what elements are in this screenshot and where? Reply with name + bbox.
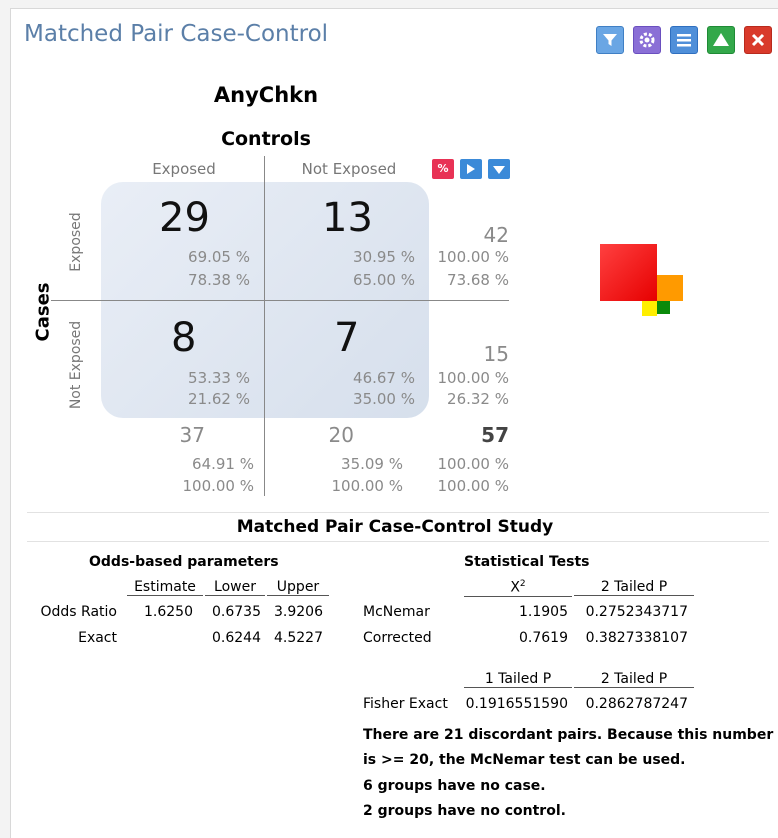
cell-col-pct: 78.38 % — [188, 271, 250, 289]
stats-chi-square: 0.7619 — [519, 630, 568, 646]
close-icon[interactable] — [744, 26, 772, 54]
section-divider — [27, 512, 769, 513]
controls-axis-label: Controls — [221, 128, 311, 150]
cell-row-pct: 69.05 % — [188, 248, 250, 266]
mosaic-cell-exposed-not-exposed — [657, 275, 683, 301]
grand-total-col-pct: 100.00 % — [437, 477, 509, 495]
mosaic-cell-exposed-exposed — [600, 244, 657, 301]
flip-table-button[interactable] — [460, 159, 482, 179]
stats-heading: Statistical Tests — [464, 554, 590, 570]
fisher-col-1-tailed-p: 1 Tailed P — [464, 671, 572, 688]
col-total-col-pct: 100.00 % — [331, 477, 403, 495]
stats-chi-square: 1.1905 — [519, 604, 568, 620]
odds-estimate: 1.6250 — [144, 604, 193, 620]
cell-row-pct: 30.95 % — [353, 248, 415, 266]
fisher-2-tailed-p: 0.2862787247 — [585, 696, 688, 712]
col-total-row-pct: 64.91 % — [192, 455, 254, 473]
cases-axis-label: Cases — [32, 282, 54, 342]
odds-row-label: Exact — [78, 630, 117, 646]
filter-icon[interactable] — [596, 26, 624, 54]
percent-toggle-button[interactable]: % — [432, 159, 454, 179]
cell-col-pct: 21.62 % — [188, 390, 250, 408]
row-total-count: 15 — [483, 342, 509, 366]
odds-lower: 0.6735 — [212, 604, 261, 620]
grid-vertical-line — [264, 156, 265, 496]
row-total-col-pct: 26.32 % — [447, 390, 509, 408]
stats-row-label: Corrected — [363, 630, 432, 646]
chi-label: X — [510, 579, 520, 596]
stats-2-tailed-p: 0.3827338107 — [585, 630, 688, 646]
col-header-exposed: Exposed — [152, 160, 216, 178]
row-header-exposed: Exposed — [68, 212, 84, 272]
up-triangle-icon[interactable] — [707, 26, 735, 54]
col-header-not-exposed: Not Exposed — [301, 160, 397, 178]
odds-lower: 0.6244 — [212, 630, 261, 646]
odds-upper: 3.9206 — [274, 604, 323, 620]
mosaic-cell-not-exposed-not-exposed — [657, 301, 670, 314]
row-total-count: 42 — [483, 223, 509, 247]
col-total-count: 37 — [179, 423, 205, 447]
row-header-not-exposed: Not Exposed — [68, 320, 84, 410]
flip-arrow-icon — [467, 164, 475, 174]
study-title: Matched Pair Case-Control Study — [236, 517, 554, 537]
col-total-count: 20 — [328, 423, 354, 447]
grand-total-count: 57 — [481, 423, 509, 447]
odds-col-estimate: Estimate — [127, 579, 203, 596]
row-total-row-pct: 100.00 % — [437, 248, 509, 266]
cell-col-pct: 35.00 % — [353, 390, 415, 408]
odds-heading: Odds-based parameters — [89, 554, 279, 570]
row-total-row-pct: 100.00 % — [437, 369, 509, 387]
analysis-panel: Matched Pair Case-Control AnyChkn Contro… — [10, 8, 778, 838]
stats-col-chi-square: X2 — [464, 579, 572, 597]
panel-title: Matched Pair Case-Control — [24, 21, 329, 47]
row-total-col-pct: 73.68 % — [447, 271, 509, 289]
grand-total-row-pct: 100.00 % — [437, 455, 509, 473]
stats-row-label: McNemar — [363, 604, 430, 620]
cell-count: 29 — [159, 195, 210, 241]
odds-row-label: Odds Ratio — [40, 604, 117, 620]
menu-icon[interactable] — [670, 26, 698, 54]
sort-table-button[interactable] — [488, 159, 510, 179]
stats-2-tailed-p: 0.2752343717 — [585, 604, 688, 620]
fisher-label: Fisher Exact — [363, 696, 448, 712]
odds-upper: 4.5227 — [274, 630, 323, 646]
cell-count: 13 — [322, 195, 373, 241]
note-line: 2 groups have no control. — [363, 803, 566, 819]
odds-col-upper: Upper — [267, 579, 329, 596]
down-arrow-icon — [493, 166, 505, 174]
section-divider — [27, 541, 769, 542]
cell-count: 7 — [334, 315, 360, 361]
mosaic-cell-not-exposed-exposed — [642, 301, 657, 316]
cell-row-pct: 53.33 % — [188, 369, 250, 387]
col-total-row-pct: 35.09 % — [341, 455, 403, 473]
col-total-col-pct: 100.00 % — [182, 477, 254, 495]
fisher-1-tailed-p: 0.1916551590 — [465, 696, 568, 712]
cell-row-pct: 46.67 % — [353, 369, 415, 387]
stats-col-2-tailed-p: 2 Tailed P — [574, 579, 694, 596]
variable-name: AnyChkn — [213, 83, 319, 107]
grid-horizontal-line — [51, 300, 509, 301]
odds-col-lower: Lower — [205, 579, 265, 596]
chi-exponent: 2 — [519, 579, 526, 589]
note-line: 6 groups have no case. — [363, 778, 546, 794]
gear-icon[interactable] — [633, 26, 661, 54]
cell-count: 8 — [171, 315, 197, 361]
cell-col-pct: 65.00 % — [353, 271, 415, 289]
note-line: There are 21 discordant pairs. Because t… — [363, 727, 774, 743]
fisher-col-2-tailed-p: 2 Tailed P — [574, 671, 694, 688]
note-line: is >= 20, the McNemar test can be used. — [363, 752, 686, 768]
